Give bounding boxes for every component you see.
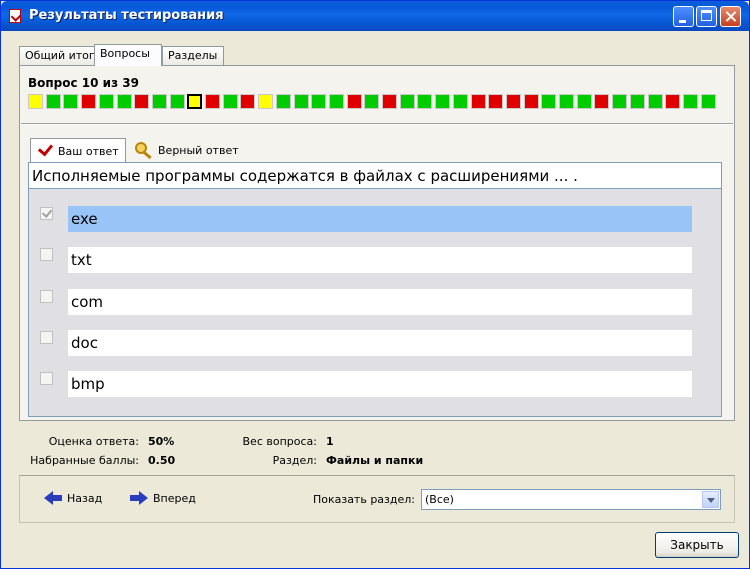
answer-text: bmp [68, 371, 692, 398]
question-status-square[interactable] [45, 94, 61, 109]
question-status-square[interactable] [81, 94, 97, 109]
question-status-square[interactable] [63, 94, 79, 109]
question-status-square[interactable] [523, 94, 539, 109]
question-status-square[interactable] [293, 94, 309, 109]
answer-checkbox[interactable] [40, 330, 53, 344]
tab-your-answer[interactable]: Ваш ответ [30, 138, 126, 163]
section-select-value: (Все) [425, 493, 454, 506]
question-status-square[interactable] [594, 94, 610, 109]
title-bar[interactable]: Результаты тестирования [1, 1, 749, 31]
question-status-square[interactable] [328, 94, 344, 109]
question-status-square[interactable] [452, 94, 468, 109]
question-status-square[interactable] [470, 94, 486, 109]
question-status-square[interactable] [151, 94, 167, 109]
answer-checkbox[interactable] [40, 372, 53, 386]
question-status-square[interactable] [612, 94, 628, 109]
tab-your-answer-label: Ваш ответ [58, 144, 119, 158]
tab-correct-answer[interactable]: Верный ответ [135, 139, 239, 161]
question-status-square[interactable] [311, 94, 327, 109]
question-status-square[interactable] [505, 94, 521, 109]
question-counter: Вопрос 10 из 39 [28, 76, 139, 90]
question-status-square[interactable] [629, 94, 645, 109]
show-section-label: Показать раздел: [312, 493, 415, 506]
answer-checkbox[interactable] [40, 248, 53, 262]
question-status-square[interactable] [541, 94, 557, 109]
score-label: Оценка ответа: [48, 435, 139, 448]
weight-value: 1 [326, 435, 334, 448]
answer-option: txt [29, 247, 721, 274]
forward-button-label: Вперед [153, 491, 196, 505]
answer-checkbox[interactable] [40, 207, 53, 220]
points-value: 0.50 [148, 454, 176, 467]
section-select[interactable]: (Все) [421, 489, 721, 510]
back-button[interactable]: Назад [44, 491, 102, 505]
weight-label: Вес вопроса: [242, 435, 317, 448]
question-status-square[interactable] [205, 94, 220, 109]
close-window-button[interactable] [720, 6, 741, 27]
question-status-square[interactable] [169, 94, 185, 109]
answer-text: exe [68, 206, 692, 232]
back-button-label: Назад [67, 491, 103, 505]
question-status-square[interactable] [647, 94, 663, 109]
tab-summary[interactable]: Общий итог [19, 46, 95, 65]
question-text: Исполняемые программы содержатся в файла… [29, 163, 721, 189]
question-status-square[interactable] [28, 94, 43, 109]
window-title: Результаты тестирования [29, 8, 224, 23]
arrow-left-icon [44, 491, 62, 505]
chevron-down-icon[interactable] [702, 491, 719, 508]
question-status-square[interactable] [682, 94, 698, 109]
results-window: Результаты тестирования Общий итог Вопро… [0, 0, 750, 569]
key-icon [135, 142, 155, 160]
section-value: Файлы и папки [326, 454, 424, 467]
score-value: 50% [148, 435, 175, 448]
points-label: Набранные баллы: [30, 454, 139, 467]
question-status-square[interactable] [417, 94, 433, 109]
question-status-square[interactable] [665, 94, 681, 109]
question-status-square[interactable] [488, 94, 504, 109]
app-icon [9, 9, 21, 23]
question-status-square[interactable] [346, 94, 362, 109]
checkmark-icon [37, 140, 54, 156]
question-status-square[interactable] [275, 94, 291, 109]
answer-option: bmp [29, 371, 721, 398]
question-status-square[interactable] [700, 94, 716, 109]
divider [21, 123, 733, 125]
answer-option: doc [29, 329, 721, 356]
question-status-square[interactable] [382, 94, 397, 109]
answer-box: Исполняемые программы содержатся в файла… [28, 162, 722, 417]
question-status-square[interactable] [559, 94, 574, 109]
question-status-square[interactable] [98, 94, 114, 109]
answer-text: txt [68, 247, 692, 274]
close-button[interactable]: Закрыть [655, 532, 739, 558]
arrow-right-icon [130, 491, 148, 505]
question-status-square[interactable] [258, 94, 274, 109]
question-status-square[interactable] [116, 94, 132, 109]
answer-option: com [29, 288, 721, 315]
minimize-button[interactable] [673, 6, 694, 27]
forward-button[interactable]: Вперед [130, 491, 196, 505]
answer-option: exe [29, 206, 721, 232]
question-status-square[interactable] [576, 94, 592, 109]
question-status-square[interactable] [240, 94, 256, 109]
answer-checkbox[interactable] [40, 289, 53, 303]
tab-sections[interactable]: Разделы [162, 46, 224, 65]
question-status-square[interactable] [364, 94, 380, 109]
section-label: Раздел: [272, 454, 317, 467]
question-status-square[interactable] [399, 94, 415, 109]
tab-correct-answer-label: Верный ответ [158, 143, 239, 157]
question-status-square[interactable] [134, 94, 150, 109]
answer-text: doc [68, 329, 692, 356]
tab-questions[interactable]: Вопросы [94, 44, 162, 66]
question-status-square[interactable] [187, 94, 203, 109]
question-status-square[interactable] [435, 94, 451, 109]
maximize-button[interactable] [696, 6, 717, 27]
answer-text: com [68, 288, 692, 315]
question-status-square[interactable] [222, 94, 238, 109]
